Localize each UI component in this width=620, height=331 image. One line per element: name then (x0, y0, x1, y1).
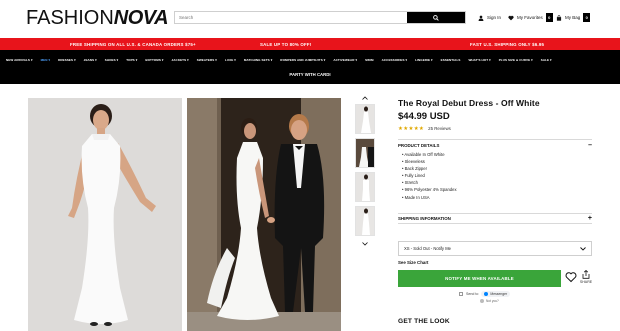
search-bar (174, 11, 466, 24)
nav-item-plus-size-curve[interactable]: PLUS SIZE & CURVE ▾ (499, 58, 533, 62)
site-header: FASHION NOVA Sign In My Favorites 0 My B (0, 0, 620, 38)
thumbnail-up-arrow[interactable] (352, 94, 378, 102)
size-chart-link[interactable]: See Size Chart (398, 260, 429, 265)
nav-item-essentials[interactable]: ESSENTIALS (441, 58, 461, 62)
nav-item-shoes[interactable]: SHOES ▾ (105, 58, 119, 62)
thumbnail-strip (352, 94, 378, 250)
logo-text-fashion: FASHION (26, 7, 114, 29)
chevron-down-icon (362, 242, 368, 246)
messenger-account-pill[interactable]: Messenger (481, 290, 511, 297)
product-details-toggle[interactable]: PRODUCT DETAILS – (398, 139, 592, 150)
nav-item-luxe[interactable]: LUXE ▾ (225, 58, 236, 62)
nav-item-matching-sets[interactable]: MATCHING SETS ▾ (244, 58, 272, 62)
bag-label: My Bag (565, 15, 581, 20)
nav-item-activewear[interactable]: ACTIVEWEAR ▾ (333, 58, 357, 62)
nav-item-jackets[interactable]: JACKETS ▾ (172, 58, 189, 62)
nav-item-jeans[interactable]: JEANS ▾ (84, 58, 97, 62)
shipping-information-toggle[interactable]: SHIPPING INFORMATION + (398, 213, 592, 224)
nav-item-tops[interactable]: TOPS ▾ (126, 58, 137, 62)
size-select[interactable]: XS - Sold Out - Notify Me (398, 241, 592, 256)
chevron-up-icon (362, 96, 368, 100)
fashion-nova-logo[interactable]: FASHION NOVA (26, 6, 169, 30)
product-image-couple[interactable] (187, 98, 341, 331)
nav-item-what-s-hot[interactable]: WHAT'S HOT ▾ (468, 58, 490, 62)
not-you-link[interactable]: Not you? (480, 299, 499, 303)
product-info: The Royal Debut Dress - Off White $44.99… (398, 98, 592, 132)
promo-free-shipping[interactable]: FREE SHIPPING ON ALL U.S. & CANADA ORDER… (70, 42, 196, 47)
messenger-icon (484, 291, 489, 296)
share-label: SHARE (579, 280, 593, 284)
avatar-icon (480, 299, 484, 303)
nav-item-party-with-cardi[interactable]: PARTY WITH CARDI (289, 72, 330, 77)
heart-icon (508, 15, 514, 20)
bag-count-badge: 0 (583, 13, 591, 22)
messenger-pill-label: Messenger (490, 291, 508, 296)
search-input[interactable] (175, 12, 407, 23)
review-count: 25 Reviews (428, 126, 451, 131)
sign-in-label: Sign In (487, 15, 502, 20)
product-detail-item: Sleeveless (402, 158, 592, 165)
thumbnail-4[interactable] (355, 206, 375, 236)
thumbnail-down-arrow[interactable] (352, 240, 378, 248)
nav-item-accessories[interactable]: ACCESSORIES ▾ (382, 58, 407, 62)
user-icon (478, 15, 484, 21)
collapse-icon: – (588, 141, 592, 149)
heart-outline-icon (565, 272, 577, 283)
nav-item-lingerie[interactable]: LINGERIE ▾ (415, 58, 433, 62)
sign-in-link[interactable]: Sign In (478, 13, 501, 22)
favorites-count-badge: 0 (545, 13, 553, 22)
nav-item-men[interactable]: MEN ▾ (41, 58, 51, 62)
notify-me-button[interactable]: NOTIFY ME WHEN AVAILABLE (398, 270, 561, 287)
nav-menu-row-2: PARTY WITH CARDI (0, 70, 620, 79)
messenger-send-label: Send to (466, 291, 479, 296)
add-to-favorites-button[interactable] (565, 270, 577, 283)
product-detail-item: Stretch (402, 179, 592, 186)
search-icon (433, 14, 439, 21)
nav-item-new-arrivals[interactable]: NEW ARRIVALS ▾ (6, 58, 33, 62)
share-button[interactable]: SHARE (580, 270, 592, 286)
logo-text-nova: NOVA (113, 7, 169, 29)
product-rating[interactable]: ★★★★★ 25 Reviews (398, 125, 592, 132)
product-details-list: Available In Off WhiteSleevelessBack Zip… (402, 151, 592, 201)
thumbnail-1[interactable] (355, 104, 375, 134)
product-detail-item: Available In Off White (402, 151, 592, 158)
nav-item-sweaters[interactable]: SWEATERS ▾ (197, 58, 217, 62)
nav-menu-row: NEW ARRIVALS ▾ MEN ▾ DRESSES ▾ JEANS ▾ SHOES… (0, 55, 620, 64)
main-navigation: NEW ARRIVALS ▾ MEN ▾ DRESSES ▾ JEANS ▾ SHOES… (0, 50, 620, 84)
thumbnail-3[interactable] (355, 172, 375, 202)
nav-item-rompers-and-jumpsuits[interactable]: ROMPERS AND JUMPSUITS ▾ (280, 58, 325, 62)
promo-bar: FREE SHIPPING ON ALL U.S. & CANADA ORDER… (0, 38, 620, 50)
nav-item-swim[interactable]: SWIM (365, 58, 374, 62)
bag-icon (556, 14, 562, 21)
product-title: The Royal Debut Dress - Off White (398, 98, 540, 108)
search-button[interactable] (407, 12, 465, 23)
nav-item-dresses[interactable]: DRESSES ▾ (58, 58, 76, 62)
nav-item-sale[interactable]: SALE ▾ (541, 58, 552, 62)
nav-item-bottoms[interactable]: BOTTOMS ▾ (145, 58, 163, 62)
expand-icon: + (587, 215, 592, 222)
product-image-model[interactable] (28, 98, 182, 331)
not-you-label: Not you? (486, 299, 499, 303)
messenger-opt-in: Send to Messenger (459, 290, 511, 297)
bag-link[interactable]: My Bag 0 (556, 13, 591, 22)
product-detail-item: 96% Polyester 4% Spandex (402, 186, 592, 193)
get-the-look-heading: GET THE LOOK (398, 318, 450, 325)
promo-fast-shipping[interactable]: FAST U.S. SHIPPING ONLY $6.95 (470, 42, 544, 47)
product-detail-item: Made In USA (402, 194, 592, 201)
share-icon (582, 270, 590, 279)
product-detail-item: Back Zipper (402, 165, 592, 172)
favorites-link[interactable]: My Favorites 0 (508, 13, 553, 22)
favorites-label: My Favorites (517, 15, 543, 20)
shipping-information-label: SHIPPING INFORMATION (398, 216, 451, 221)
chevron-down-icon (580, 246, 586, 251)
product-detail-item: Fully Lined (402, 172, 592, 179)
size-select-value: XS - Sold Out - Notify Me (404, 246, 452, 251)
product-price: $44.99 USD (398, 111, 450, 122)
star-rating-icon: ★★★★★ (398, 125, 425, 132)
thumbnail-2[interactable] (355, 138, 375, 168)
product-details-label: PRODUCT DETAILS (398, 142, 440, 148)
messenger-checkbox[interactable] (459, 291, 463, 296)
promo-sale[interactable]: SALE UP TO 80% OFF! (260, 42, 311, 47)
notify-me-label: NOTIFY ME WHEN AVAILABLE (445, 276, 514, 281)
